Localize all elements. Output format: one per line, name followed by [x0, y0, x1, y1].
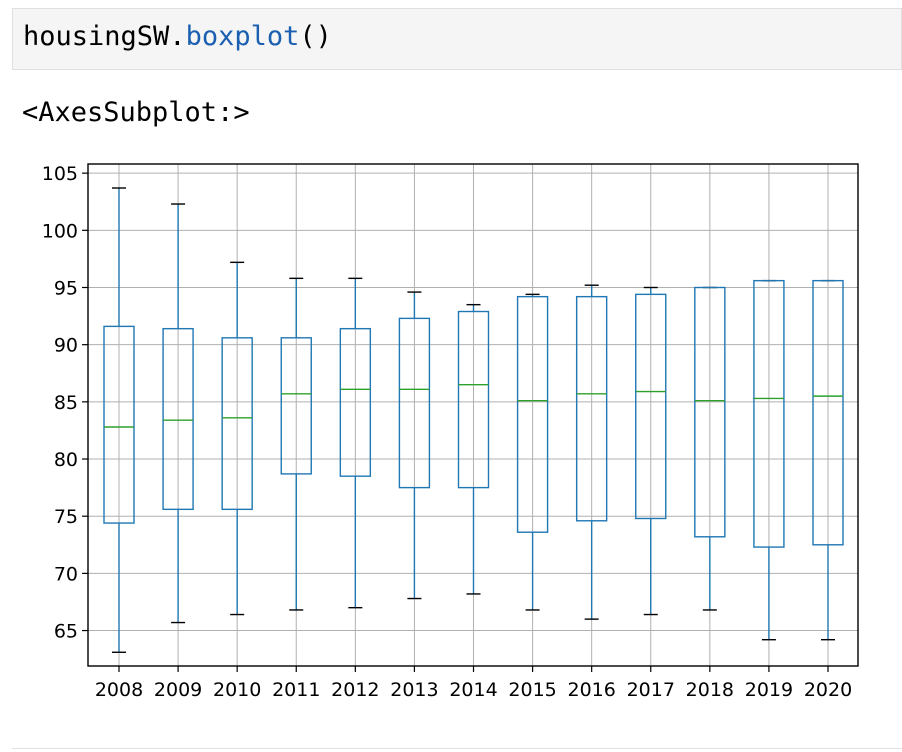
x-tick-label: 2016 — [567, 679, 615, 701]
code-args: () — [299, 21, 332, 52]
x-tick-label: 2013 — [390, 679, 438, 701]
y-tick-label: 75 — [54, 506, 78, 528]
y-tick-label: 90 — [54, 335, 78, 357]
y-tick-label: 65 — [54, 621, 78, 643]
x-tick-label: 2015 — [508, 679, 556, 701]
x-tick-label: 2018 — [686, 679, 734, 701]
code-cell-input[interactable]: housingSW.boxplot() — [12, 8, 902, 70]
code-method: boxplot — [185, 21, 300, 52]
y-tick-label: 80 — [54, 449, 78, 471]
x-tick-label: 2020 — [804, 679, 852, 701]
code-object: housingSW. — [23, 21, 186, 52]
x-tick-label: 2009 — [154, 679, 202, 701]
cell-divider — [12, 748, 902, 749]
x-tick-label: 2011 — [272, 679, 320, 701]
output-repr: <AxesSubplot:> — [22, 97, 250, 128]
y-tick-label: 70 — [54, 563, 78, 585]
x-tick-label: 2017 — [627, 679, 675, 701]
x-tick-label: 2014 — [449, 679, 497, 701]
x-tick-label: 2010 — [213, 679, 261, 701]
boxplot-chart: 65 70 75 80 85 90 95 100 105 2008 2009 2010 2011 2012… — [42, 163, 859, 701]
y-tick-label: 100 — [42, 220, 78, 242]
y-tick-label: 105 — [42, 163, 78, 185]
x-tick-label: 2012 — [331, 679, 379, 701]
y-tick-label: 95 — [54, 277, 78, 299]
x-tick-label: 2019 — [745, 679, 793, 701]
x-tick-label: 2008 — [95, 679, 143, 701]
y-tick-label: 85 — [54, 392, 78, 414]
